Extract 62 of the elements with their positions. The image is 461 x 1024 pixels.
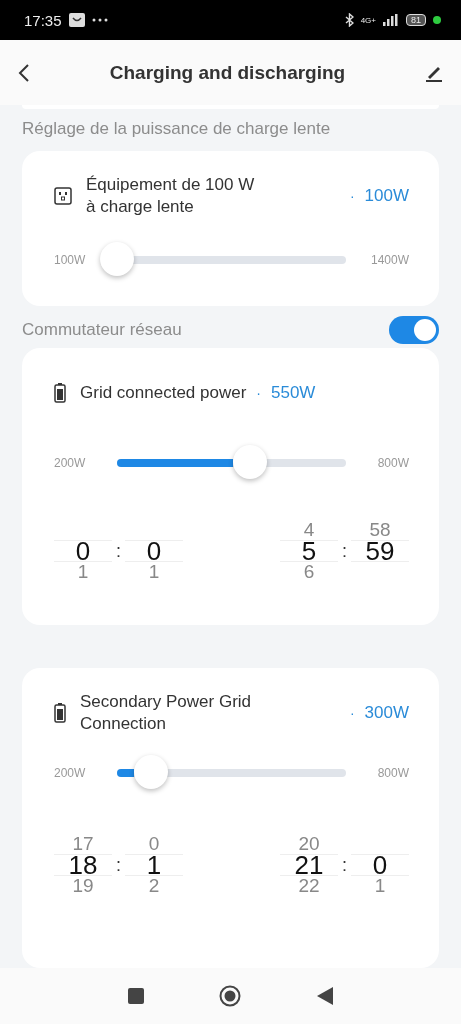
slider-fill xyxy=(117,769,135,777)
picker-option[interactable]: 1 xyxy=(148,562,160,582)
back-icon[interactable] xyxy=(18,62,30,83)
card-title: Équipement de 100 W à charge lente xyxy=(86,174,256,218)
battery-icon xyxy=(54,383,66,403)
picker-option[interactable]: 19 xyxy=(72,876,94,896)
battery-level: 81 xyxy=(406,14,426,26)
slider-max: 800W xyxy=(376,456,409,470)
separator-dot: · xyxy=(256,385,261,401)
slider-min: 100W xyxy=(54,253,87,267)
power-value: 100W xyxy=(364,186,409,206)
picker-option[interactable]: 1 xyxy=(374,876,386,896)
picker-option[interactable]: 2 xyxy=(148,876,160,896)
picker-option[interactable]: 6 xyxy=(303,562,315,582)
status-dot xyxy=(433,16,441,24)
picker-value[interactable]: 59 xyxy=(351,540,409,562)
picker-option[interactable]: 17 xyxy=(72,834,94,854)
back-nav-icon[interactable] xyxy=(317,987,334,1005)
slider-max: 1400W xyxy=(369,253,409,267)
time-separator: : xyxy=(116,540,121,562)
picker-option[interactable]: 22 xyxy=(298,876,320,896)
section-label: Réglage de la puissance de charge lente xyxy=(22,119,332,139)
grid-switch[interactable] xyxy=(389,316,439,344)
slider-max: 800W xyxy=(376,766,409,780)
slider-min: 200W xyxy=(54,766,87,780)
picker-value[interactable]: 18 xyxy=(54,854,112,876)
time-separator: : xyxy=(342,540,347,562)
picker-value[interactable]: 5 xyxy=(280,540,338,562)
status-time: 17:35 xyxy=(24,11,62,29)
picker-value[interactable]: 0 xyxy=(125,540,183,562)
home-icon[interactable] xyxy=(219,985,242,1007)
battery-icon xyxy=(54,703,66,723)
switch-label: Commutateur réseau xyxy=(22,320,182,340)
signal-icon xyxy=(383,14,399,26)
more-icon xyxy=(91,18,108,22)
separator-dot: · xyxy=(349,705,355,721)
time-separator: : xyxy=(116,854,121,876)
picker-option[interactable]: 20 xyxy=(298,834,320,854)
message-icon xyxy=(68,13,85,27)
picker-option[interactable]: 4 xyxy=(303,520,315,540)
slider-min: 200W xyxy=(54,456,87,470)
slider-thumb[interactable] xyxy=(232,445,267,479)
recent-apps-icon[interactable] xyxy=(127,988,144,1004)
picker-option[interactable]: 58 xyxy=(369,520,391,540)
slider-thumb[interactable] xyxy=(134,755,169,789)
slider-thumb[interactable] xyxy=(100,242,134,276)
power-value: 300W xyxy=(364,703,409,723)
time-separator: : xyxy=(342,854,347,876)
power-value: 550W xyxy=(271,383,316,403)
separator-dot: · xyxy=(349,188,355,204)
picker-option[interactable]: 1 xyxy=(77,562,89,582)
picker-option[interactable]: 0 xyxy=(148,834,160,854)
picker-value[interactable]: 21 xyxy=(280,854,338,876)
card-title: Secondary Power Grid Connection xyxy=(80,691,253,735)
network-label: 4G+ xyxy=(360,15,376,25)
picker-value[interactable]: 1 xyxy=(125,854,183,876)
page-title: Charging and discharging xyxy=(109,61,346,84)
card-title: Grid connected power xyxy=(80,382,247,404)
outlet-icon xyxy=(54,187,72,205)
picker-value[interactable]: 0 xyxy=(54,540,112,562)
bluetooth-icon xyxy=(344,13,354,27)
picker-value[interactable]: 0 xyxy=(351,854,409,876)
